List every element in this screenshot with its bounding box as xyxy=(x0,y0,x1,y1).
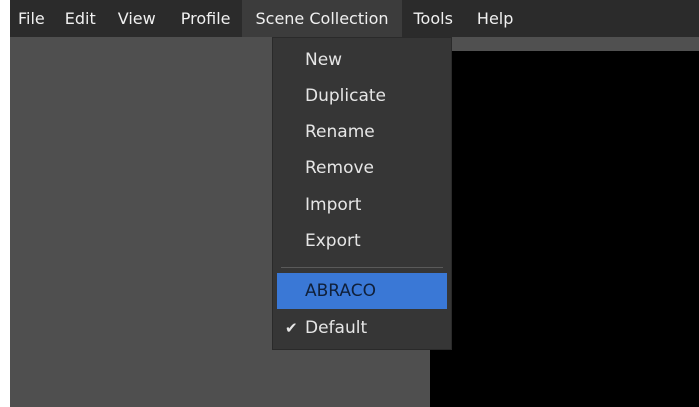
menu-item-duplicate[interactable]: Duplicate xyxy=(277,78,447,114)
menu-separator xyxy=(281,267,443,268)
menu-item-export-label: Export xyxy=(305,231,361,251)
menu-item-import[interactable]: Import xyxy=(277,187,447,223)
menu-item-duplicate-label: Duplicate xyxy=(305,86,386,106)
collection-item-abraco-label: ABRACO xyxy=(305,281,376,301)
menu-profile[interactable]: Profile xyxy=(169,0,243,37)
scene-collection-dropdown: New Duplicate Rename Remove Import Expor… xyxy=(272,37,452,350)
menu-item-remove-label: Remove xyxy=(305,158,374,178)
preview-top-bar xyxy=(430,37,699,51)
menu-item-rename-label: Rename xyxy=(305,122,375,142)
collection-item-default[interactable]: ✔ Default xyxy=(277,310,447,346)
collection-item-abraco[interactable]: ABRACO xyxy=(277,273,447,309)
menu-item-new-label: New xyxy=(305,50,343,70)
menu-scene-collection[interactable]: Scene Collection xyxy=(242,0,402,37)
menu-view[interactable]: View xyxy=(108,0,169,37)
menu-item-new[interactable]: New xyxy=(277,42,447,78)
app-window: File Edit View Profile Scene Collection … xyxy=(10,0,699,407)
menu-item-export[interactable]: Export xyxy=(277,223,447,259)
menu-item-rename[interactable]: Rename xyxy=(277,114,447,150)
menu-item-import-label: Import xyxy=(305,195,362,215)
menu-edit[interactable]: Edit xyxy=(55,0,108,37)
menu-help[interactable]: Help xyxy=(465,0,525,37)
preview-canvas xyxy=(430,51,699,407)
menu-file[interactable]: File xyxy=(10,0,55,37)
menu-item-remove[interactable]: Remove xyxy=(277,150,447,186)
checkmark-icon: ✔ xyxy=(285,319,298,337)
menu-bar: File Edit View Profile Scene Collection … xyxy=(10,0,699,37)
collection-item-default-label: Default xyxy=(305,318,368,338)
menu-tools[interactable]: Tools xyxy=(402,0,465,37)
